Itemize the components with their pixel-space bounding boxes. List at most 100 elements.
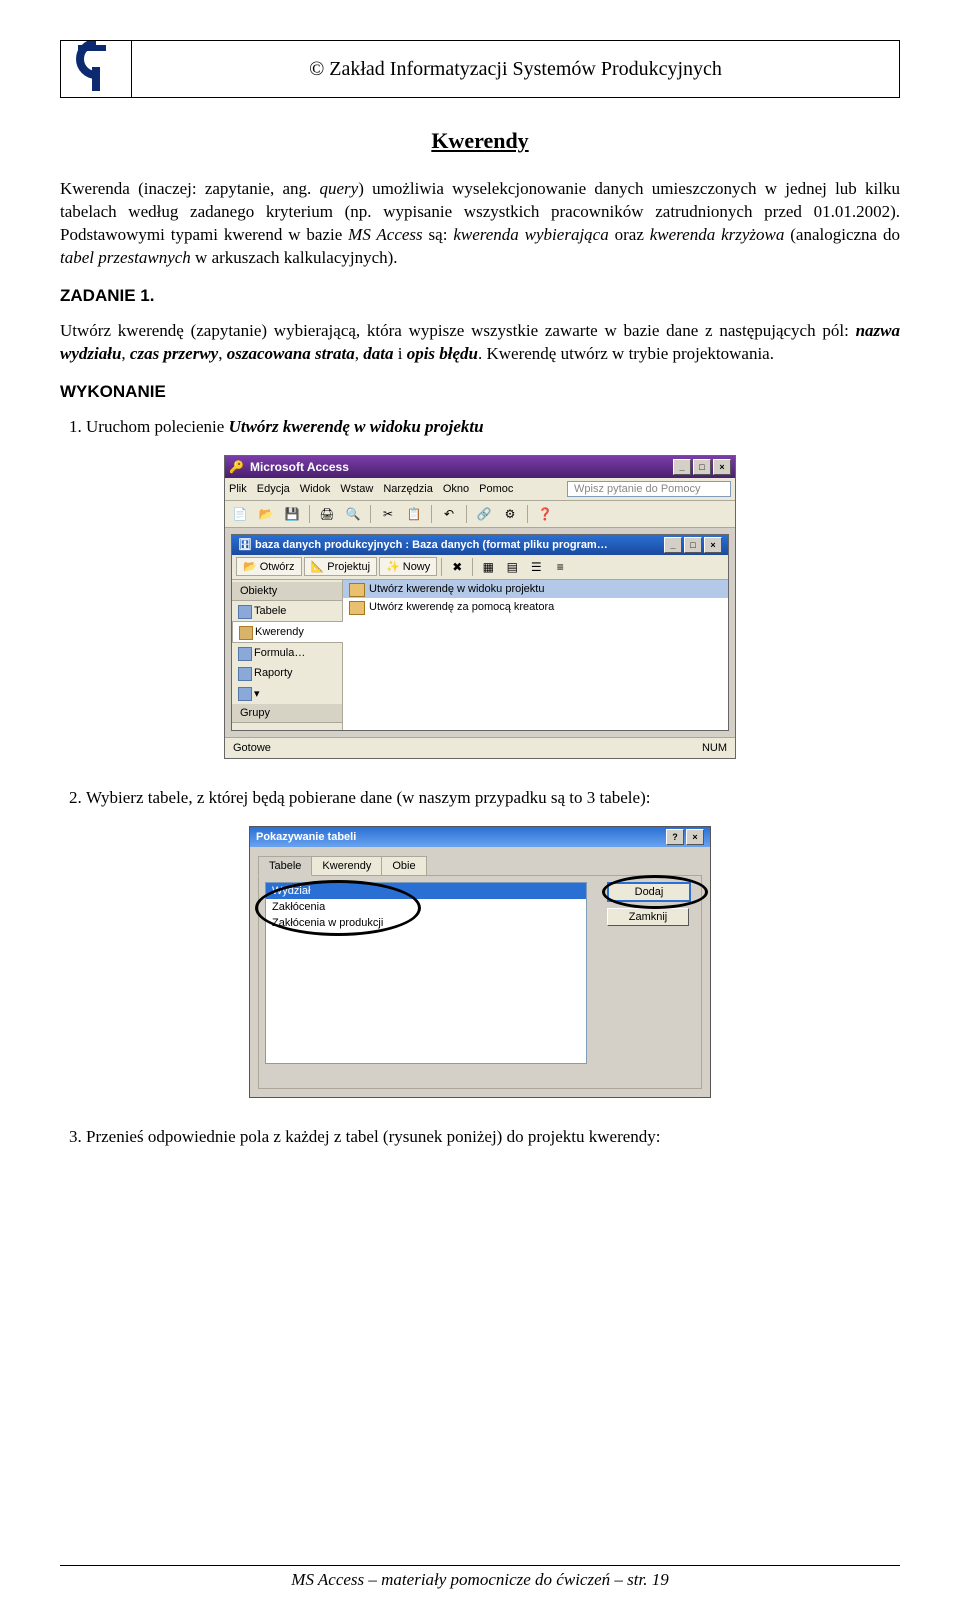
wykonanie-heading: WYKONANIE <box>60 382 900 402</box>
t: . Kwerendę utwórz w trybie projektowania… <box>478 344 774 363</box>
status-left: Gotowe <box>233 742 271 754</box>
logo-icon <box>73 41 119 97</box>
sidebar-item-queries[interactable]: Kwerendy <box>232 621 343 643</box>
help-search-input[interactable]: Wpisz pytanie do Pomocy <box>567 481 731 497</box>
list-item-create-design[interactable]: Utwórz kwerendę w widoku projektu <box>343 580 728 598</box>
t: oszacowana strata <box>227 344 355 363</box>
zadanie-heading: ZADANIE 1. <box>60 286 900 306</box>
undo-icon[interactable]: ↶ <box>438 503 460 525</box>
list-row-wydzial[interactable]: Wydział <box>266 883 586 899</box>
menu-pomoc[interactable]: Pomoc <box>479 483 513 495</box>
list-row-zaklocenia[interactable]: Zakłócenia <box>266 899 586 915</box>
access-titlebar: 🔑 Microsoft Access _ □ × <box>225 456 735 478</box>
add-button[interactable]: Dodaj <box>607 882 691 902</box>
step-3: Przenieś odpowiednie pola z każdej z tab… <box>86 1126 900 1149</box>
menu-narzedzia[interactable]: Narzędzia <box>383 483 433 495</box>
statusbar: Gotowe NUM <box>225 737 735 758</box>
tables-listbox[interactable]: Wydział Zakłócenia Zakłócenia w produkcj… <box>265 882 587 1064</box>
dialog-close-button[interactable]: × <box>686 829 704 845</box>
sidebar-item-forms[interactable]: Formula… <box>232 643 342 663</box>
t: , <box>121 344 130 363</box>
db-maximize-button[interactable]: □ <box>684 537 702 553</box>
design-button[interactable]: 📐 Projektuj <box>304 557 378 576</box>
open-icon[interactable]: 📂 <box>255 503 277 525</box>
list-item-create-wizard[interactable]: Utwórz kwerendę za pomocą kreatora <box>343 598 728 616</box>
tabs: Tabele Kwerendy Obie <box>258 855 702 875</box>
maximize-button[interactable]: □ <box>693 459 711 475</box>
dialog-screenshot: Pokazywanie tabeli ? × Tabele Kwerendy O… <box>60 826 900 1098</box>
menu-plik[interactable]: Plik <box>229 483 247 495</box>
preview-icon[interactable]: 🔍 <box>342 503 364 525</box>
close-dialog-button[interactable]: Zamknij <box>607 908 689 926</box>
dialog-body: Tabele Kwerendy Obie Wydział Zakłócenia … <box>250 847 710 1097</box>
new-button[interactable]: ✨ Nowy <box>379 557 437 576</box>
help-icon[interactable]: ❓ <box>534 503 556 525</box>
t: czas przerwy <box>130 344 218 363</box>
tab-queries[interactable]: Kwerendy <box>311 856 382 876</box>
sidebar-item-reports[interactable]: Raporty <box>232 663 342 683</box>
footer-rest: – materiały pomocnicze do ćwiczeń – str.… <box>364 1570 669 1589</box>
print-icon[interactable]: 🖨 <box>316 503 338 525</box>
db-minimize-button[interactable]: _ <box>664 537 682 553</box>
step-1: Uruchom polecienie Utwórz kwerendę w wid… <box>86 416 900 439</box>
menu-widok[interactable]: Widok <box>300 483 331 495</box>
menu-edycja[interactable]: Edycja <box>257 483 290 495</box>
access-screenshot: 🔑 Microsoft Access _ □ × Plik Edycja Wid… <box>60 455 900 759</box>
db-icon: 🗄 <box>238 538 252 551</box>
delete-icon[interactable]: ✖ <box>446 556 468 578</box>
db-titlebar: 🗄 baza danych produkcyjnych : Baza danyc… <box>232 535 728 555</box>
menu-wstaw[interactable]: Wstaw <box>340 483 373 495</box>
db-sidebar: Obiekty Tabele Kwerendy Formula… Raporty… <box>232 580 343 730</box>
db-title: baza danych produkcyjnych : Baza danych … <box>255 539 608 551</box>
status-right: NUM <box>702 742 727 754</box>
t: data <box>363 344 393 363</box>
step-2: Wybierz tabele, z której będą pobierane … <box>86 787 900 810</box>
page-header: © Zakład Informatyzacji Systemów Produkc… <box>60 40 900 98</box>
steps-list-3: Przenieś odpowiednie pola z każdej z tab… <box>60 1126 900 1149</box>
cut-icon[interactable]: ✂ <box>377 503 399 525</box>
intro-paragraph: Kwerenda (inaczej: zapytanie, ang. query… <box>60 178 900 270</box>
list-row-zaklocenia-prod[interactable]: Zakłócenia w produkcji <box>266 915 586 931</box>
footer-product: MS Access <box>291 1570 364 1589</box>
tab-both[interactable]: Obie <box>381 856 426 876</box>
toolbar: 📄 📂 💾 🖨 🔍 ✂ 📋 ↶ 🔗 ⚙ ❓ <box>225 501 735 528</box>
zadanie-paragraph: Utwórz kwerendę (zapytanie) wybierającą,… <box>60 320 900 366</box>
access-window: 🔑 Microsoft Access _ □ × Plik Edycja Wid… <box>224 455 736 759</box>
new-icon[interactable]: 📄 <box>229 503 251 525</box>
t: kwerenda krzyżowa <box>650 225 785 244</box>
key-icon: 🔑 <box>229 460 244 474</box>
copy-icon[interactable]: 📋 <box>403 503 425 525</box>
steps-list-2: Wybierz tabele, z której będą pobierane … <box>60 787 900 810</box>
save-icon[interactable]: 💾 <box>281 503 303 525</box>
relations-icon[interactable]: 🔗 <box>473 503 495 525</box>
properties-icon[interactable]: ⚙ <box>499 503 521 525</box>
small-icons-icon[interactable]: ▤ <box>501 556 523 578</box>
details-icon[interactable]: ≡ <box>549 556 571 578</box>
t: Kwerenda (inaczej: zapytanie, ang. <box>60 179 320 198</box>
large-icons-icon[interactable]: ▦ <box>477 556 499 578</box>
list-icon[interactable]: ☰ <box>525 556 547 578</box>
tab-tables[interactable]: Tabele <box>258 856 312 876</box>
sidebar-item-tables[interactable]: Tabele <box>232 601 342 621</box>
db-toolbar: 📂 Otwórz 📐 Projektuj ✨ Nowy ✖ ▦ ▤ ☰ ≡ <box>232 555 728 580</box>
t: (analogiczna do <box>784 225 900 244</box>
sidebar-head-groups: Grupy <box>232 704 342 723</box>
sidebar-item-more[interactable]: ▾ <box>232 683 342 704</box>
t: Uruchom polecienie <box>86 417 229 436</box>
t: , <box>218 344 227 363</box>
t: w arkuszach kalkulacyjnych). <box>191 248 398 267</box>
logo <box>60 40 132 98</box>
t: są: <box>423 225 454 244</box>
open-button[interactable]: 📂 Otwórz <box>236 557 302 576</box>
menu-okno[interactable]: Okno <box>443 483 469 495</box>
minimize-button[interactable]: _ <box>673 459 691 475</box>
dialog-help-button[interactable]: ? <box>666 829 684 845</box>
t: kwerenda wybierająca <box>453 225 608 244</box>
show-table-dialog: Pokazywanie tabeli ? × Tabele Kwerendy O… <box>249 826 711 1098</box>
t: Utwórz kwerendę (zapytanie) wybierającą,… <box>60 321 856 340</box>
db-close-button[interactable]: × <box>704 537 722 553</box>
db-list: Utwórz kwerendę w widoku projektu Utwórz… <box>343 580 728 730</box>
close-button[interactable]: × <box>713 459 731 475</box>
dialog-titlebar: Pokazywanie tabeli ? × <box>250 827 710 847</box>
page-footer: MS Access – materiały pomocnicze do ćwic… <box>60 1565 900 1590</box>
